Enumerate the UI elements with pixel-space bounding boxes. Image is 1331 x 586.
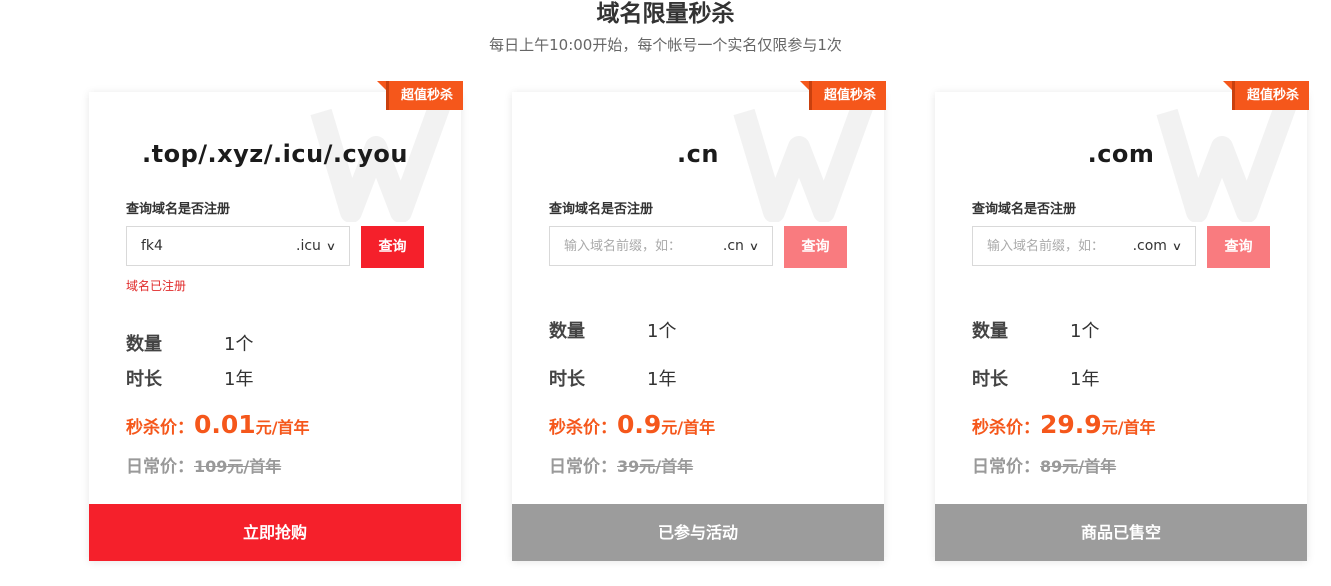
product-card-top-xyz-icu-cyou: 超值秒杀 .top/.xyz/.icu/.cyou 查询域名是否注册 .icu ∨… (89, 81, 463, 561)
quantity-label: 数量 (549, 321, 585, 342)
chevron-down-icon: ∨ (748, 240, 760, 253)
regular-price-label: 日常价： (549, 457, 617, 477)
duration-row: 时长 1年 (126, 365, 253, 391)
flash-sale-badge: 超值秒杀 (799, 81, 886, 110)
badge-label: 超值秒杀 (1246, 88, 1299, 103)
flash-price-value: 0.9 (617, 410, 662, 439)
flash-price-row: 秒杀价：0.9元/首年 (549, 410, 715, 439)
query-button[interactable]: 查询 (361, 226, 424, 268)
regular-price-row: 日常价：89元/首年 (972, 452, 1116, 477)
suffix-select[interactable]: .icu ∨ (296, 227, 337, 265)
duration-row: 时长 1年 (972, 365, 1099, 391)
quantity-row: 数量 1个 (126, 330, 253, 356)
domain-query-field: .icu ∨ (126, 226, 350, 266)
page-title: 域名限量秒杀 (596, 1, 735, 27)
page-subtitle: 每日上午10:00开始，每个帐号一个实名仅限参与1次 (489, 36, 842, 54)
regular-price-label: 日常价： (126, 457, 194, 477)
quantity-value: 1个 (1070, 321, 1100, 342)
quantity-row: 数量 1个 (972, 317, 1099, 343)
regular-price-row: 日常价：109元/首年 (126, 452, 281, 477)
duration-label: 时长 (972, 369, 1008, 390)
suffix-select-value: .com (1132, 238, 1167, 254)
duration-label: 时长 (126, 369, 162, 390)
domain-suffix-title: .cn (677, 140, 719, 168)
domain-status-message: 域名已注册 (126, 279, 187, 293)
chevron-down-icon: ∨ (1171, 240, 1183, 253)
quantity-row: 数量 1个 (549, 317, 676, 343)
domain-prefix-input[interactable] (127, 227, 281, 265)
flash-price-row: 秒杀价：29.9元/首年 (972, 410, 1156, 439)
sold-out-button[interactable]: 商品已售空 (935, 504, 1307, 561)
buy-now-button[interactable]: 立即抢购 (89, 504, 461, 561)
query-label: 查询域名是否注册 (549, 202, 654, 217)
participated-button[interactable]: 已参与活动 (512, 504, 884, 561)
product-card-cn: 超值秒杀 .cn 查询域名是否注册 .cn ∨ 查询 数量 1个 时长 1年 秒杀价：… (512, 81, 886, 561)
duration-value: 1年 (1070, 369, 1100, 390)
regular-price-value: 109元/首年 (194, 457, 282, 476)
flash-price-row: 秒杀价：0.01元/首年 (126, 410, 310, 439)
flash-price-unit: 元/首年 (255, 418, 310, 437)
badge-label: 超值秒杀 (823, 88, 876, 103)
flash-price-unit: 元/首年 (661, 418, 716, 437)
regular-price-label: 日常价： (972, 457, 1040, 477)
quantity-label: 数量 (972, 321, 1008, 342)
domain-query-field: .com ∨ (972, 226, 1196, 266)
query-label: 查询域名是否注册 (126, 202, 231, 217)
quantity-value: 1个 (224, 334, 254, 355)
regular-price-row: 日常价：39元/首年 (549, 452, 693, 477)
suffix-select[interactable]: .com ∨ (1132, 227, 1183, 265)
domain-query-field: .cn ∨ (549, 226, 773, 266)
quantity-label: 数量 (126, 334, 162, 355)
domain-prefix-input[interactable] (973, 227, 1127, 265)
flash-sale-badge: 超值秒杀 (376, 81, 463, 110)
quantity-value: 1个 (647, 321, 677, 342)
flash-price-unit: 元/首年 (1101, 418, 1156, 437)
query-button[interactable]: 查询 (784, 226, 847, 268)
badge-label: 超值秒杀 (400, 88, 453, 103)
duration-row: 时长 1年 (549, 365, 676, 391)
product-card-com: 超值秒杀 .com 查询域名是否注册 .com ∨ 查询 数量 1个 时长 1年 秒杀… (935, 81, 1309, 561)
suffix-select[interactable]: .cn ∨ (722, 227, 760, 265)
query-button[interactable]: 查询 (1207, 226, 1270, 268)
flash-price-value: 0.01 (194, 410, 256, 439)
flash-price-label: 秒杀价： (972, 418, 1040, 438)
domain-suffix-title: .top/.xyz/.icu/.cyou (142, 140, 408, 168)
query-label: 查询域名是否注册 (972, 202, 1077, 217)
flash-price-label: 秒杀价： (126, 418, 194, 438)
duration-label: 时长 (549, 369, 585, 390)
regular-price-value: 89元/首年 (1040, 457, 1117, 476)
domain-prefix-input[interactable] (550, 227, 704, 265)
flash-price-value: 29.9 (1040, 410, 1102, 439)
duration-value: 1年 (224, 369, 254, 390)
suffix-select-value: .cn (722, 238, 744, 254)
regular-price-value: 39元/首年 (617, 457, 694, 476)
domain-suffix-title: .com (1087, 140, 1155, 168)
chevron-down-icon: ∨ (325, 240, 337, 253)
flash-price-label: 秒杀价： (549, 418, 617, 438)
suffix-select-value: .icu (296, 238, 321, 254)
flash-sale-badge: 超值秒杀 (1222, 81, 1309, 110)
duration-value: 1年 (647, 369, 677, 390)
